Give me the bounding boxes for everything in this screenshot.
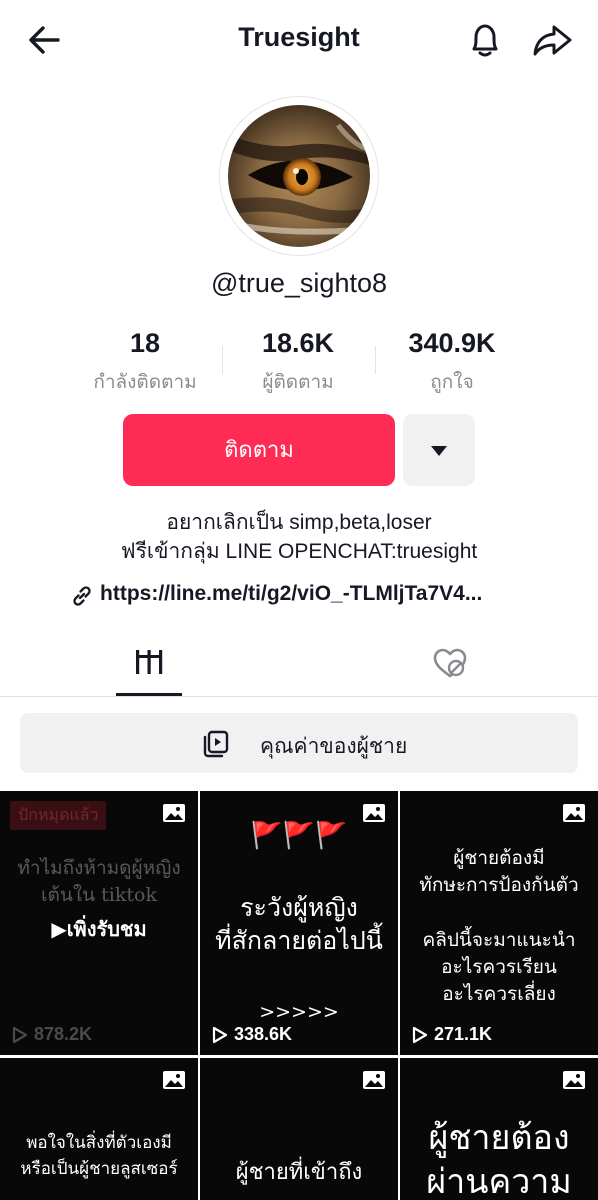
- likes-count: 340.9K: [408, 328, 496, 358]
- view-count: 338.6K: [212, 1024, 292, 1045]
- following-stat[interactable]: 18 กำลังติดตาม: [65, 328, 225, 397]
- bell-icon[interactable]: [465, 20, 505, 60]
- thumbnail-text: ผู้ชายที่เข้าถึง: [235, 1160, 363, 1185]
- play-icon: ▶: [51, 919, 67, 941]
- playlist-chip[interactable]: คุณค่าของผู้ชาย: [20, 713, 578, 773]
- view-count: 271.1K: [412, 1024, 492, 1045]
- followers-count: 18.6K: [261, 328, 335, 358]
- video-thumbnail[interactable]: พอใจในสิ่งที่ตัวเองมี หรือเป็นผู้ชายลูสเ…: [0, 1058, 198, 1200]
- play-outline-icon: [12, 1026, 28, 1043]
- play-outline-icon: [412, 1026, 428, 1043]
- username-handle: @true_sighto8: [210, 268, 387, 298]
- photo-icon: [363, 804, 385, 822]
- bio-line: ฟรีเข้ากลุ่ม LINE OPENCHAT:truesight: [120, 540, 478, 563]
- likes-stat[interactable]: 340.9K ถูกใจ: [372, 328, 532, 397]
- video-thumbnail[interactable]: ปักหมุดแล้ว ทำไมถึงห้ามดูผู้หญิง เต้นใน …: [0, 791, 198, 1055]
- thumbnail-text: พอใจในสิ่งที่ตัวเองมี: [26, 1133, 172, 1153]
- thumbnail-text: ผู้ชายต้อง: [428, 1118, 570, 1158]
- suggested-accounts-button[interactable]: [403, 414, 475, 486]
- photo-icon: [563, 804, 585, 822]
- red-flags: 🚩🚩🚩: [250, 821, 348, 851]
- view-count-text: 338.6K: [234, 1024, 293, 1044]
- play-outline-icon: [212, 1026, 228, 1043]
- photo-icon: [563, 1071, 585, 1089]
- follow-button[interactable]: ติดตาม: [123, 414, 395, 486]
- view-count-text: 271.1K: [434, 1024, 493, 1044]
- view-count-text: 878.2K: [34, 1024, 93, 1044]
- bio-link-text: https://line.me/ti/g2/viO_-TLMljTa7V4...: [100, 582, 483, 605]
- bio-line: อยากเลิกเป็น simp,beta,loser: [166, 511, 432, 534]
- recently-watched-label: ▶เพิ่งรับชม: [0, 913, 198, 945]
- thumbnail-text: หรือเป็นผู้ชายลูสเซอร์: [20, 1159, 178, 1179]
- avatar[interactable]: [220, 97, 378, 255]
- view-count: 878.2K: [12, 1024, 92, 1045]
- profile-bio: อยากเลิกเป็น simp,beta,loser ฟรีเข้ากลุ่…: [0, 508, 598, 566]
- profile-tabs: [0, 636, 598, 697]
- active-tab-indicator: [116, 693, 182, 696]
- thumbnail-text: คลิปนี้จะมาแนะนำ: [422, 929, 576, 951]
- profile-stats: 18 กำลังติดตาม 18.6K ผู้ติดตาม 340.9K ถู…: [60, 328, 540, 398]
- photo-icon: [163, 804, 185, 822]
- followers-stat[interactable]: 18.6K ผู้ติดตาม: [218, 328, 378, 397]
- tab-videos[interactable]: [116, 636, 182, 696]
- likes-label: ถูกใจ: [430, 372, 474, 393]
- thumbnail-text: ทักษะการป้องกันตัว: [419, 874, 579, 896]
- video-grid: ปักหมุดแล้ว ทำไมถึงห้ามดูผู้หญิง เต้นใน …: [0, 791, 598, 1200]
- following-count: 18: [129, 328, 161, 358]
- playlist-label: คุณค่าของผู้ชาย: [260, 735, 408, 758]
- thumbnail-text: เต้นใน tiktok: [41, 884, 157, 906]
- liked-hidden-heart-icon[interactable]: [430, 646, 470, 682]
- thumbnail-text: อะไรควรเรียน: [441, 956, 557, 978]
- top-bar: Truesight: [0, 0, 598, 80]
- thumbnail-text: ทำไมถึงห้ามดูผู้หญิง: [17, 857, 181, 879]
- thumbnail-text: อะไรควรเลี่ยง: [442, 983, 556, 1005]
- thumbnail-text: ผ่านความ: [426, 1162, 572, 1200]
- thumbnail-text: ระวังผู้หญิง: [240, 893, 358, 922]
- tiger-eye-avatar: [228, 105, 370, 247]
- video-thumbnail[interactable]: ผู้ชายที่เข้าถึง: [200, 1058, 398, 1200]
- playlist-icon: [203, 730, 229, 758]
- thumbnail-text: >>>>>: [259, 1001, 339, 1023]
- photo-icon: [363, 1071, 385, 1089]
- following-label: กำลังติดตาม: [93, 372, 197, 393]
- video-grid-icon: [136, 650, 163, 674]
- pinned-badge: ปักหมุดแล้ว: [10, 801, 107, 830]
- video-thumbnail[interactable]: 🚩🚩🚩 ระวังผู้หญิง ที่สักลายต่อไปนี้ >>>>>…: [200, 791, 398, 1055]
- video-thumbnail[interactable]: ผู้ชายต้อง ผ่านความ: [400, 1058, 598, 1200]
- video-thumbnail[interactable]: ผู้ชายต้องมี ทักษะการป้องกันตัว คลิปนี้จ…: [400, 791, 598, 1055]
- caret-down-icon: [431, 446, 447, 456]
- page-title: Truesight: [238, 22, 360, 52]
- thumbnail-text: ที่สักลายต่อไปนี้: [215, 926, 383, 955]
- recently-watched-text: เพิ่งรับชม: [66, 919, 147, 941]
- thumbnail-text: ผู้ชายต้องมี: [453, 847, 545, 869]
- followers-label: ผู้ติดตาม: [262, 372, 334, 393]
- photo-icon: [163, 1071, 185, 1089]
- share-arrow-icon[interactable]: [530, 20, 574, 60]
- link-icon: [73, 586, 91, 606]
